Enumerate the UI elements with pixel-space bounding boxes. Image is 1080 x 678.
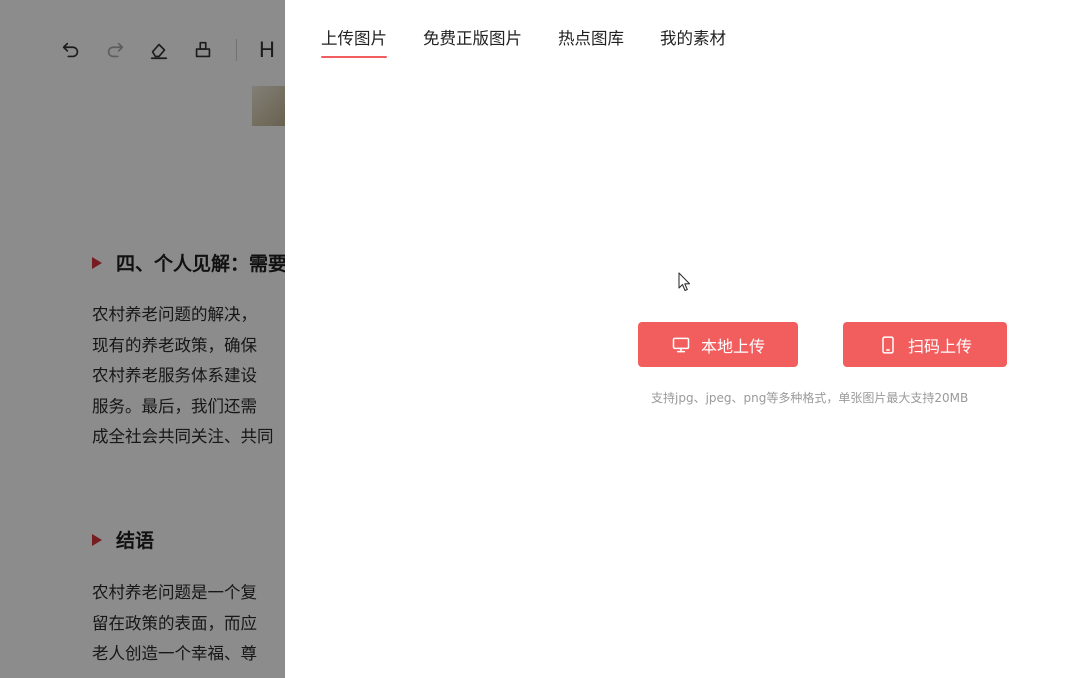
tab-label: 我的素材	[660, 29, 726, 48]
image-upload-drawer: 上传图片 免费正版图片 热点图库 我的素材 本地上传 扫码上传 支持jpg、jp…	[285, 0, 1080, 678]
tab-free-licensed-images[interactable]: 免费正版图片	[423, 0, 522, 61]
drawer-tabs: 上传图片 免费正版图片 热点图库 我的素材	[321, 0, 762, 61]
local-upload-label: 本地上传	[700, 336, 765, 356]
scan-upload-label: 扫码上传	[907, 336, 972, 356]
tab-trending-gallery[interactable]: 热点图库	[558, 0, 624, 61]
upload-format-hint: 支持jpg、jpeg、png等多种格式，单张图片最大支持20MB	[651, 391, 969, 405]
scan-upload-button[interactable]: 扫码上传	[843, 322, 1007, 367]
tab-label: 免费正版图片	[423, 29, 522, 48]
tab-upload-image[interactable]: 上传图片	[321, 0, 387, 61]
mouse-cursor-icon	[678, 272, 691, 292]
local-upload-button[interactable]: 本地上传	[638, 322, 798, 367]
tab-label: 热点图库	[558, 29, 624, 48]
tab-label: 上传图片	[321, 29, 387, 48]
mobile-phone-icon	[882, 335, 894, 354]
monitor-icon	[672, 337, 690, 352]
active-tab-indicator	[321, 56, 387, 58]
tab-my-materials[interactable]: 我的素材	[660, 0, 726, 61]
